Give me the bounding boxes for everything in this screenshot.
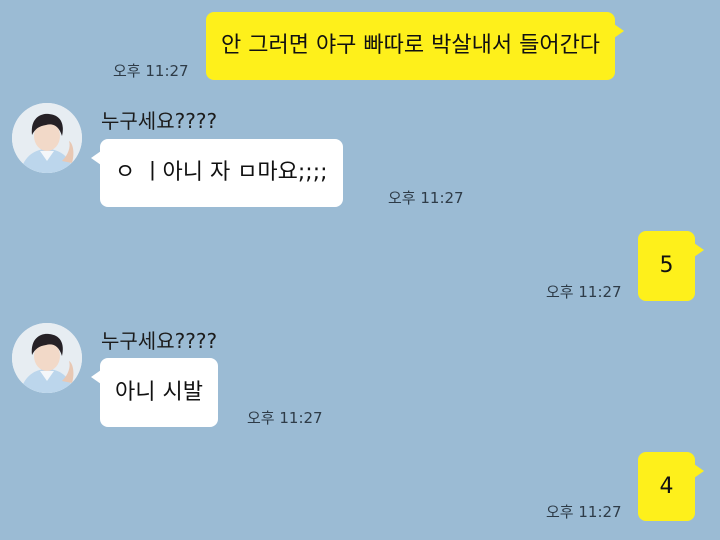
message-time: 오후 11:27 bbox=[546, 283, 622, 301]
message-time: 오후 11:27 bbox=[388, 189, 464, 207]
sender-name: 누구세요???? bbox=[101, 109, 218, 133]
message-text: 5 bbox=[659, 253, 674, 278]
profile-photo-icon bbox=[12, 103, 82, 173]
message-time: 오후 11:27 bbox=[247, 409, 323, 427]
profile-photo-icon bbox=[12, 323, 82, 393]
my-message-bubble[interactable]: 4 bbox=[638, 452, 704, 521]
message-time: 오후 11:27 bbox=[113, 62, 189, 80]
sender-name: 누구세요???? bbox=[101, 329, 218, 353]
message-text: 4 bbox=[659, 473, 674, 499]
their-message-bubble[interactable]: ㅇ ㅣ아니 자 ㅁ마요;;;; bbox=[91, 139, 343, 207]
avatar[interactable] bbox=[12, 103, 82, 173]
message-time: 오후 11:27 bbox=[546, 503, 622, 521]
their-message-bubble[interactable]: 아니 시발 bbox=[91, 358, 218, 427]
my-message-bubble[interactable]: 5 bbox=[638, 231, 704, 301]
my-message-bubble[interactable]: 안 그러면 야구 빠따로 박살내서 들어간다 bbox=[206, 12, 625, 80]
message-text: 안 그러면 야구 빠따로 박살내서 들어간다 bbox=[221, 33, 601, 58]
message-text: 아니 시발 bbox=[115, 379, 203, 405]
message-text: ㅇ ㅣ아니 자 ㅁ마요;;;; bbox=[115, 160, 328, 185]
chat-room: 오후 11:27 안 그러면 야구 빠따로 박살내서 들어간다 누구세요????… bbox=[0, 0, 720, 540]
avatar[interactable] bbox=[12, 323, 82, 393]
